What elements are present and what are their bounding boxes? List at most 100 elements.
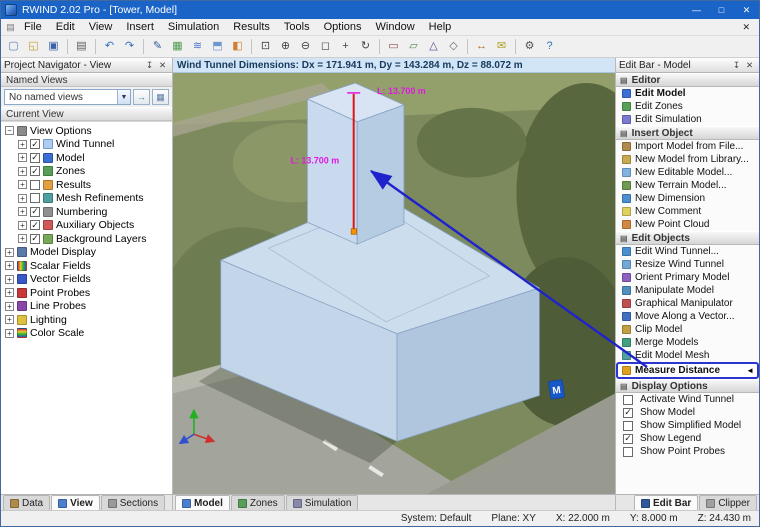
document-close-button[interactable]: ✕ <box>733 22 759 33</box>
3d-scene[interactable]: L: 13.700 m L: 13.700 m M <box>173 73 615 494</box>
editbar-item-graphical-manipulator[interactable]: Graphical Manipulator <box>616 297 759 310</box>
toolbar-measure-button[interactable]: ↔ <box>472 37 491 56</box>
editbar-item-edit-simulation[interactable]: Edit Simulation <box>616 113 759 126</box>
toolbar-print-button[interactable]: ▤ <box>72 37 91 56</box>
toolbar-wind-tunnel-button[interactable]: ⬒ <box>208 37 227 56</box>
expand-icon[interactable]: + <box>5 302 14 311</box>
checkbox-zones[interactable]: ✓ <box>30 166 40 176</box>
menu-edit[interactable]: Edit <box>49 20 82 34</box>
editbar-item-import-model-from-file[interactable]: Import Model from File... <box>616 140 759 153</box>
tab-data[interactable]: Data <box>3 495 50 510</box>
editbar-item-manipulate-model[interactable]: Manipulate Model <box>616 284 759 297</box>
editbar-item-measure-distance[interactable]: Measure Distance◄ <box>616 362 759 379</box>
toolbar-undo-button[interactable]: ↶ <box>100 37 119 56</box>
toolbar-show-results-button[interactable]: ◧ <box>228 37 247 56</box>
menu-file[interactable]: File <box>17 20 49 34</box>
checkbox-model[interactable]: ✓ <box>30 153 40 163</box>
tab-simulation[interactable]: Simulation <box>286 495 359 510</box>
menu-options[interactable]: Options <box>317 20 369 34</box>
tree-item-background-layers[interactable]: +✓Background Layers <box>1 232 172 246</box>
option-show-model[interactable]: ✓Show Model <box>616 406 759 419</box>
checkbox-show-point-probes[interactable] <box>623 447 633 457</box>
chevron-down-icon[interactable]: ▼ <box>117 90 130 104</box>
section-header-editor[interactable]: ▤Editor <box>616 73 759 87</box>
toolbar-view-y-button[interactable]: ▱ <box>404 37 423 56</box>
toolbar-help-button[interactable]: ? <box>540 37 559 56</box>
option-show-legend[interactable]: ✓Show Legend <box>616 432 759 445</box>
measure-node[interactable] <box>351 229 356 234</box>
tree-item-zones[interactable]: +✓Zones <box>1 165 172 179</box>
editbar-item-move-along-a-vector[interactable]: Move Along a Vector... <box>616 310 759 323</box>
3d-canvas[interactable]: L: 13.700 m L: 13.700 m M <box>173 73 615 494</box>
panel-close-icon[interactable]: ✕ <box>156 60 169 71</box>
tree-item-line-probes[interactable]: +Line Probes <box>1 300 172 314</box>
editbar-item-edit-zones[interactable]: Edit Zones <box>616 100 759 113</box>
editbar-item-new-dimension[interactable]: New Dimension <box>616 192 759 205</box>
expand-icon[interactable]: + <box>18 140 27 149</box>
tree-item-color-scale[interactable]: +Color Scale <box>1 327 172 341</box>
expand-icon[interactable]: + <box>18 207 27 216</box>
save-named-view-button[interactable]: ▦ <box>152 89 169 105</box>
tab-clipper[interactable]: Clipper <box>699 495 757 510</box>
tree-item-wind-tunnel[interactable]: +✓Wind Tunnel <box>1 138 172 152</box>
editbar-item-orient-primary-model[interactable]: Orient Primary Model <box>616 271 759 284</box>
toolbar-view-z-button[interactable]: △ <box>424 37 443 56</box>
expand-icon[interactable]: + <box>18 180 27 189</box>
tree-item-scalar-fields[interactable]: +Scalar Fields <box>1 259 172 273</box>
tree-item-lighting[interactable]: +Lighting <box>1 313 172 327</box>
menu-simulation[interactable]: Simulation <box>161 20 226 34</box>
toolbar-view-x-button[interactable]: ▭ <box>384 37 403 56</box>
tree-item-model[interactable]: +✓Model <box>1 151 172 165</box>
toolbar-zoom-all-button[interactable]: ◻ <box>316 37 335 56</box>
expand-icon[interactable]: + <box>5 248 14 257</box>
toolbar-zoom-out-button[interactable]: ⊖ <box>296 37 315 56</box>
editbar-item-resize-wind-tunnel[interactable]: Resize Wind Tunnel <box>616 258 759 271</box>
option-show-point-probes[interactable]: Show Point Probes <box>616 445 759 458</box>
tree-item-point-probes[interactable]: +Point Probes <box>1 286 172 300</box>
section-header-insert-object[interactable]: ▤Insert Object <box>616 126 759 140</box>
editbar-item-new-model-from-library[interactable]: New Model from Library... <box>616 153 759 166</box>
toolbar-new-file-button[interactable]: ▢ <box>4 37 23 56</box>
maximize-button[interactable]: □ <box>709 1 734 19</box>
goto-view-button[interactable]: → <box>133 89 150 105</box>
expand-icon[interactable]: + <box>5 288 14 297</box>
editbar-item-new-point-cloud[interactable]: New Point Cloud <box>616 218 759 231</box>
toolbar-settings-button[interactable]: ⚙ <box>520 37 539 56</box>
collapse-icon[interactable]: − <box>5 126 14 135</box>
checkbox-show-legend[interactable]: ✓ <box>623 434 633 444</box>
expand-icon[interactable]: + <box>5 329 14 338</box>
editbar-item-edit-model-mesh[interactable]: Edit Model Mesh <box>616 349 759 362</box>
minimize-button[interactable]: — <box>684 1 709 19</box>
toolbar-redo-button[interactable]: ↷ <box>120 37 139 56</box>
checkbox-background-layers[interactable]: ✓ <box>30 234 40 244</box>
menu-view[interactable]: View <box>82 20 120 34</box>
checkbox-auxiliary-objects[interactable]: ✓ <box>30 220 40 230</box>
option-show-simplified-model[interactable]: Show Simplified Model <box>616 419 759 432</box>
menu-insert[interactable]: Insert <box>119 20 161 34</box>
checkbox-show-model[interactable]: ✓ <box>623 408 633 418</box>
editbar-item-new-editable-model[interactable]: New Editable Model... <box>616 166 759 179</box>
editbar-item-new-terrain-model[interactable]: New Terrain Model... <box>616 179 759 192</box>
toolbar-save-button[interactable]: ▣ <box>44 37 63 56</box>
toolbar-view-isometric-button[interactable]: ◇ <box>444 37 463 56</box>
checkbox-results[interactable] <box>30 180 40 190</box>
tab-edit-bar[interactable]: Edit Bar <box>634 495 698 510</box>
tree-item-model-display[interactable]: +Model Display <box>1 246 172 260</box>
tree-item-auxiliary-objects[interactable]: +✓Auxiliary Objects <box>1 219 172 233</box>
toolbar-open-file-button[interactable]: ◱ <box>24 37 43 56</box>
checkbox-mesh-refinements[interactable] <box>30 193 40 203</box>
section-header-edit-objects[interactable]: ▤Edit Objects <box>616 231 759 245</box>
toolbar-edit-zones-button[interactable]: ▦ <box>168 37 187 56</box>
toolbar-comment-button[interactable]: ✉ <box>492 37 511 56</box>
tab-sections[interactable]: Sections <box>101 495 165 510</box>
expand-icon[interactable]: + <box>18 221 27 230</box>
expand-icon[interactable]: + <box>18 234 27 243</box>
menu-tools[interactable]: Tools <box>277 20 317 34</box>
tree-item-numbering[interactable]: +✓Numbering <box>1 205 172 219</box>
named-views-dropdown[interactable]: No named views ▼ <box>4 89 131 105</box>
checkbox-wind-tunnel[interactable]: ✓ <box>30 139 40 149</box>
toolbar-orbit-button[interactable]: ↻ <box>356 37 375 56</box>
checkbox-activate-wind-tunnel[interactable] <box>623 395 633 405</box>
expand-icon[interactable]: + <box>18 153 27 162</box>
tree-item-mesh-refinements[interactable]: +Mesh Refinements <box>1 192 172 206</box>
